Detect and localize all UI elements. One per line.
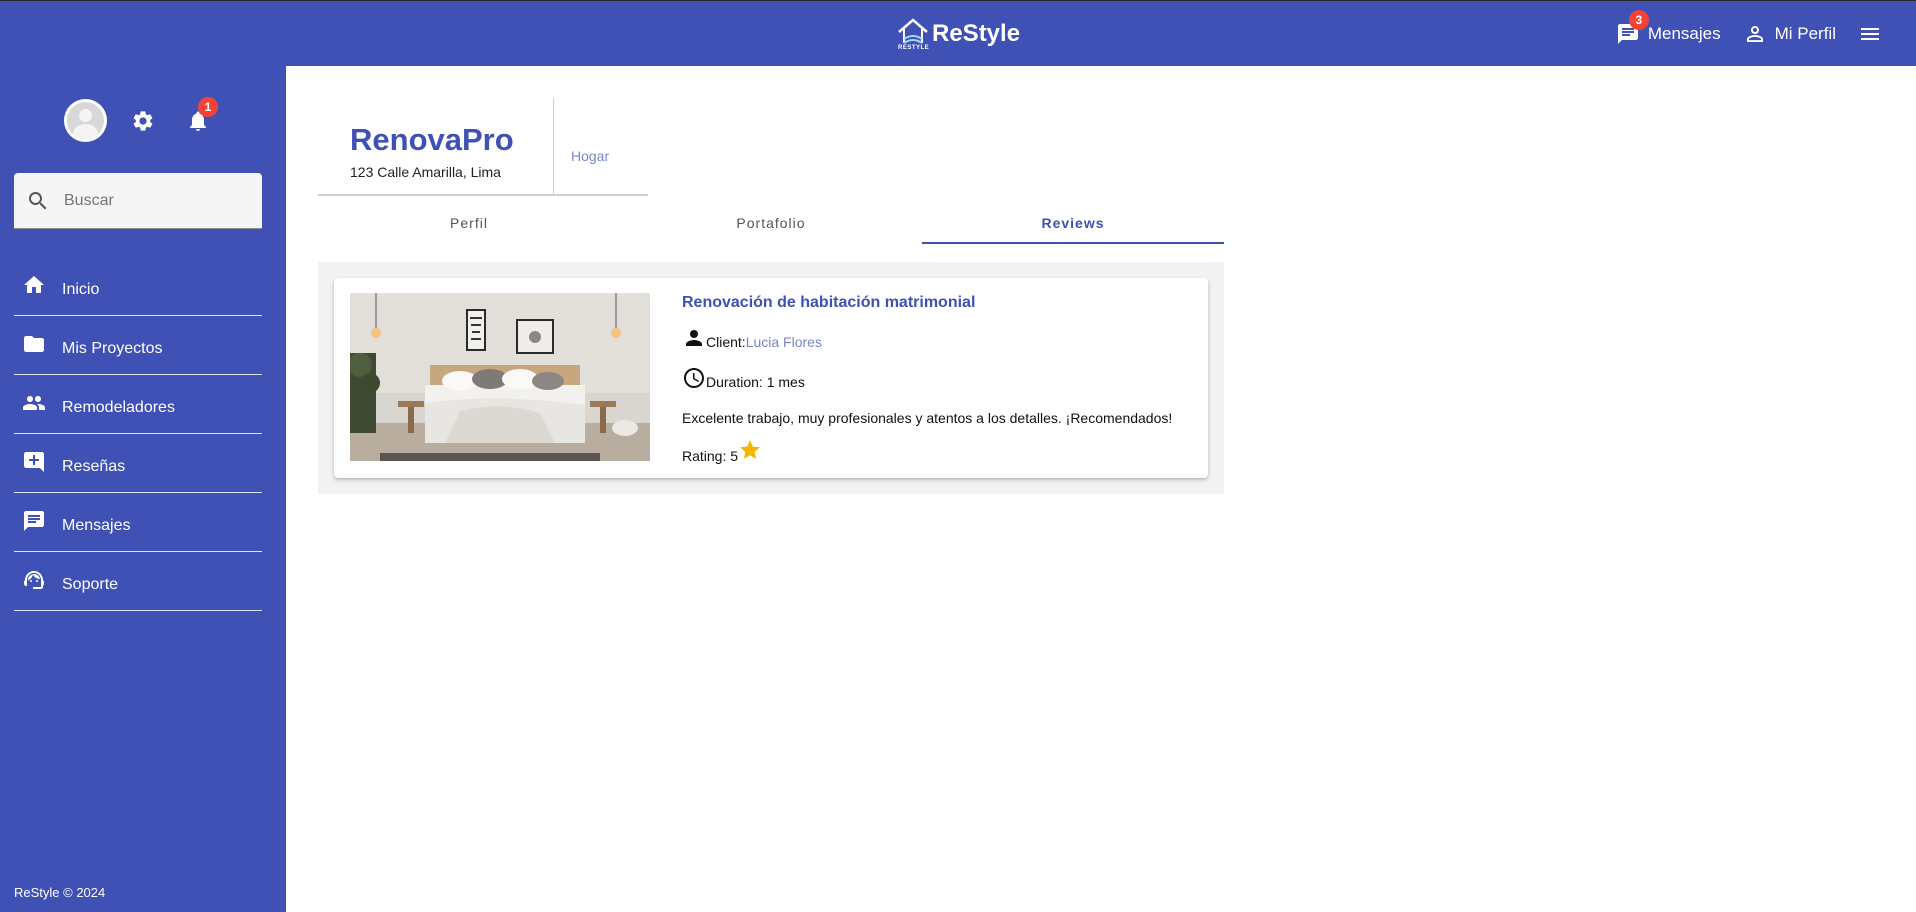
sidebar-user-actions: 1 bbox=[64, 96, 218, 142]
people-icon bbox=[23, 396, 45, 410]
notifications-button[interactable]: 1 bbox=[186, 96, 218, 133]
company-address: 123 Calle Amarilla, Lima bbox=[350, 164, 501, 180]
sidebar-item-resenas[interactable]: Reseñas bbox=[14, 434, 262, 493]
tab-perfil[interactable]: Perfil bbox=[318, 200, 620, 246]
reviews-panel: Renovación de habitación matrimonial Cli… bbox=[318, 262, 1224, 494]
review-card: Renovación de habitación matrimonial Cli… bbox=[334, 278, 1208, 478]
search-input[interactable] bbox=[64, 191, 244, 210]
sidebar-item-label: Remodeladores bbox=[62, 399, 175, 416]
settings-button[interactable] bbox=[131, 109, 155, 133]
messages-label: Mensajes bbox=[1647, 24, 1721, 43]
review-client: Client: Lucia Flores bbox=[682, 326, 822, 350]
sidebar: 1 Inicio Mis Proyectos Remodeladores Res… bbox=[0, 66, 286, 912]
folder-icon bbox=[24, 336, 44, 352]
sidebar-item-mis-proyectos[interactable]: Mis Proyectos bbox=[14, 316, 262, 375]
menu-button[interactable] bbox=[1858, 22, 1882, 46]
sidebar-item-label: Inicio bbox=[62, 281, 100, 298]
tab-portafolio[interactable]: Portafolio bbox=[620, 200, 922, 246]
support-agent-icon bbox=[24, 571, 44, 589]
review-duration: Duration: 1 mes bbox=[682, 366, 805, 390]
notifications-count-badge: 1 bbox=[198, 96, 218, 117]
review-rating: Rating: 5 bbox=[682, 438, 762, 464]
gear-icon bbox=[133, 110, 153, 131]
home-icon bbox=[24, 276, 44, 293]
top-actions: 3 Mensajes Mi Perfil bbox=[1616, 1, 1916, 67]
sidebar-item-soporte[interactable]: Soporte bbox=[14, 552, 262, 611]
company-name: RenovaPro bbox=[350, 122, 514, 157]
messages-count-badge: 3 bbox=[1628, 10, 1649, 30]
sidebar-nav: Inicio Mis Proyectos Remodeladores Reseñ… bbox=[14, 257, 262, 611]
sidebar-item-label: Mensajes bbox=[62, 517, 131, 534]
profile-label: Mi Perfil bbox=[1774, 24, 1836, 43]
brand-logo-icon: RESTYLE bbox=[896, 15, 930, 53]
header-divider bbox=[553, 98, 554, 194]
sidebar-item-label: Reseñas bbox=[62, 458, 126, 475]
sidebar-item-inicio[interactable]: Inicio bbox=[14, 257, 262, 316]
category-link[interactable]: Hogar bbox=[571, 148, 609, 164]
top-app-bar: RESTYLE ReStyle 3 Mensajes Mi Perfil bbox=[0, 0, 1916, 66]
tab-reviews[interactable]: Reviews bbox=[922, 200, 1224, 246]
sidebar-item-remodeladores[interactable]: Remodeladores bbox=[14, 375, 262, 434]
brand-logo-text: RESTYLE bbox=[898, 45, 930, 51]
duration-text: Duration: 1 mes bbox=[706, 374, 805, 390]
brand-name: ReStyle bbox=[932, 20, 1021, 47]
search-field[interactable] bbox=[14, 173, 262, 229]
review-title: Renovación de habitación matrimonial bbox=[682, 294, 976, 311]
clock-icon bbox=[684, 368, 704, 388]
sidebar-item-label: Soporte bbox=[62, 576, 119, 593]
sidebar-item-label: Mis Proyectos bbox=[62, 340, 163, 357]
messages-button[interactable]: 3 Mensajes bbox=[1616, 10, 1721, 46]
brand[interactable]: RESTYLE ReStyle bbox=[896, 15, 1020, 53]
sidebar-item-mensajes[interactable]: Mensajes bbox=[14, 493, 262, 552]
search-icon bbox=[29, 191, 47, 209]
chat-icon bbox=[24, 511, 44, 531]
client-label: Client: bbox=[706, 334, 746, 350]
person-icon bbox=[686, 330, 702, 346]
rating-text: Rating: 5 bbox=[682, 448, 739, 464]
hamburger-menu-icon bbox=[1861, 28, 1879, 40]
star-icon bbox=[740, 440, 761, 459]
add-comment-icon bbox=[24, 452, 44, 472]
client-name-link[interactable]: Lucia Flores bbox=[746, 334, 822, 350]
profile-header: RenovaPro 123 Calle Amarilla, Lima Hogar bbox=[318, 98, 648, 196]
review-project-image bbox=[350, 293, 650, 461]
profile-tabs: Perfil Portafolio Reviews bbox=[318, 200, 1224, 246]
avatar-placeholder-icon bbox=[67, 102, 104, 139]
sidebar-footer: ReStyle © 2024 bbox=[14, 885, 106, 900]
avatar[interactable] bbox=[64, 99, 107, 142]
profile-button[interactable]: Mi Perfil bbox=[1743, 22, 1836, 46]
person-outline-icon bbox=[1746, 26, 1763, 42]
review-text: Excelente trabajo, muy profesionales y a… bbox=[682, 410, 1173, 426]
